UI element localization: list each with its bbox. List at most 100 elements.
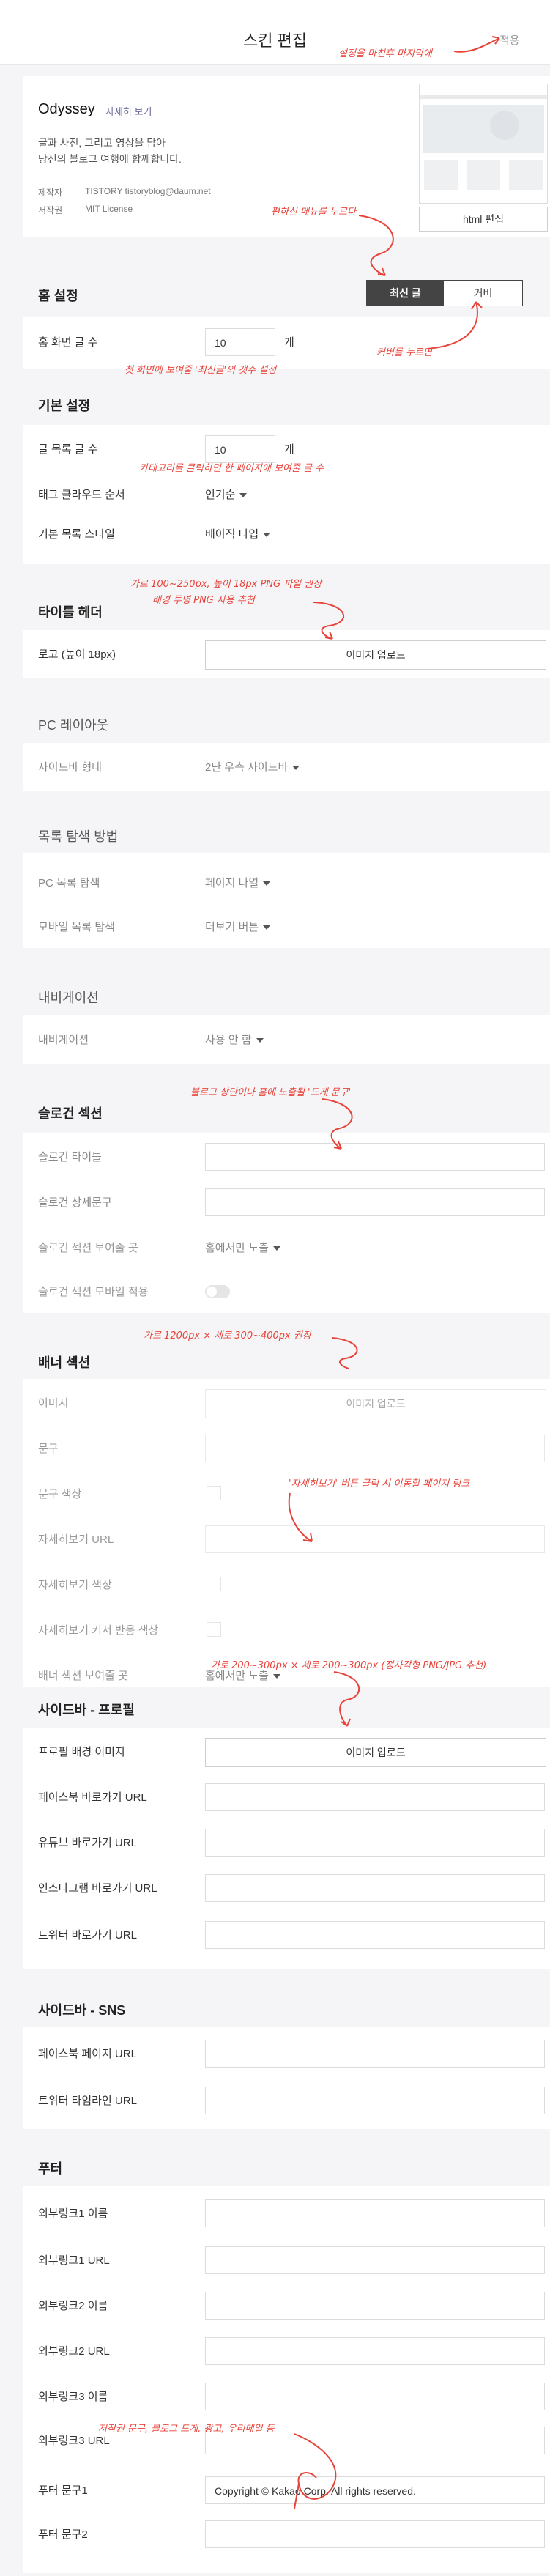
footer-text1-input[interactable]: Copyright © Kakao Corp. All rights reser… (205, 2476, 545, 2504)
navigation-select[interactable]: 사용 안 함 (205, 1032, 264, 1047)
annotation-logo-1: 가로 100~250px, 높이 18px PNG 파일 권장 (130, 579, 322, 590)
liststyle-select[interactable]: 베이직 타입 (205, 526, 271, 541)
html-edit-button[interactable]: html 편집 (419, 207, 548, 232)
annotation-arrow (288, 1492, 313, 1542)
section-header-banner: 배너 섹션 (38, 1355, 91, 1370)
slogan-mobile-toggle[interactable] (205, 1285, 230, 1298)
banner-text-color-swatch[interactable] (207, 1486, 221, 1500)
footer-link2-name-label: 외부링크2 이름 (38, 2300, 108, 2312)
skin-meta-author: 제작자 TISTORY tistoryblog@daum.net (38, 186, 211, 199)
pc-nav-label: PC 목록 탐색 (38, 877, 100, 889)
profile-card: 프로필 배경 이미지 이미지 업로드 페이스북 바로가기 URL 유튜브 바로가… (23, 1728, 550, 1969)
footer-link3-name-label: 외부링크3 이름 (38, 2391, 108, 2403)
pc-nav-select[interactable]: 페이지 나열 (205, 875, 271, 890)
youtube-url-input[interactable] (205, 1829, 545, 1857)
annotation-arrow (322, 1098, 353, 1150)
section-header-basic: 기본 설정 (38, 399, 91, 413)
footer-text1-label: 푸터 문구1 (38, 2484, 88, 2497)
annotation-arrow (358, 215, 394, 276)
slogan-title-input[interactable] (205, 1143, 545, 1171)
banner-upload-button[interactable]: 이미지 업로드 (205, 1389, 546, 1418)
chevron-down-icon (263, 925, 271, 930)
facebook-url-input[interactable] (205, 1783, 545, 1811)
footer-link1-name-label: 외부링크1 이름 (38, 2207, 108, 2220)
sns-twitter-label: 트위터 타임라인 URL (38, 2095, 137, 2107)
footer-link2-name-input[interactable] (205, 2292, 545, 2320)
banner-more-url-label: 자세히보기 URL (38, 1533, 114, 1546)
profile-upload-button[interactable]: 이미지 업로드 (205, 1738, 546, 1767)
footer-link1-name-input[interactable] (205, 2199, 545, 2227)
chevron-down-icon (272, 1246, 280, 1251)
tagcloud-label: 태그 클라우드 순서 (38, 489, 125, 501)
skin-description: 글과 사진, 그리고 영상을 담아 당신의 블로그 여행에 함께합니다. (38, 137, 182, 165)
banner-text-color-label: 문구 색상 (38, 1488, 82, 1500)
footer-text2-label: 푸터 문구2 (38, 2528, 88, 2541)
slogan-title-label: 슬로건 타이틀 (38, 1151, 102, 1163)
annotation-arrow (427, 301, 483, 349)
annotation-list-count: 카테고리를 클릭하면 한 페이지에 보여줄 글 수 (139, 463, 324, 474)
footer-link2-url-input[interactable] (205, 2337, 545, 2365)
chevron-down-icon (239, 493, 248, 498)
banner-cursor-color-swatch[interactable] (207, 1622, 221, 1637)
home-count-input[interactable]: 10 (205, 328, 275, 356)
twitter-url-label: 트위터 바로가기 URL (38, 1929, 137, 1942)
meta-value: MIT License (85, 204, 133, 214)
slogan-desc-input[interactable] (205, 1188, 545, 1216)
skin-detail-link[interactable]: 자세히 보기 (105, 104, 152, 118)
section-header-navigation: 내비게이션 (38, 991, 99, 1005)
chevron-down-icon (263, 533, 271, 538)
youtube-url-label: 유튜브 바로가기 URL (38, 1837, 137, 1849)
title-header-card: 로고 (높이 18px) 이미지 업로드 (23, 630, 550, 678)
meta-label: 제작자 (38, 188, 63, 198)
banner-more-url-input[interactable] (205, 1525, 545, 1553)
footer-link3-url-label: 외부링크3 URL (38, 2435, 110, 2447)
annotation-home-count: 첫 화면에 보여줄 '최신글'의 갯수 설정 (125, 365, 277, 376)
meta-value: TISTORY tistoryblog@daum.net (85, 186, 211, 196)
list-count-input[interactable]: 10 (205, 435, 275, 463)
slogan-show-select[interactable]: 홈에서만 노출 (205, 1240, 280, 1255)
sidebar-select[interactable]: 2단 우측 사이드바 (205, 759, 300, 774)
chevron-down-icon (263, 881, 271, 887)
list-count-unit: 개 (284, 443, 294, 456)
section-header-footer: 푸터 (38, 2161, 63, 2176)
section-header-slogan: 슬로건 섹션 (38, 1106, 103, 1121)
navigation-card: 내비게이션 사용 안 함 (23, 1015, 550, 1064)
sns-card: 페이스북 페이지 URL 트위터 타임라인 URL (23, 2027, 550, 2129)
annotation-arrow (453, 36, 500, 53)
annotation-cover-2: 커버를 누르면 (376, 347, 432, 358)
banner-more-color-swatch[interactable] (207, 1577, 221, 1591)
mobile-nav-label: 모바일 목록 탐색 (38, 921, 115, 933)
profile-bg-label: 프로필 배경 이미지 (38, 1746, 125, 1758)
pc-layout-card: 사이드바 형태 2단 우측 사이드바 (23, 743, 550, 791)
logo-upload-button[interactable]: 이미지 업로드 (205, 640, 546, 670)
slogan-desc-label: 슬로건 상세문구 (38, 1196, 112, 1209)
home-count-label: 홈 화면 글 수 (38, 336, 98, 349)
section-header-sns: 사이드바 - SNS (38, 2003, 126, 2018)
footer-link2-url-label: 외부링크2 URL (38, 2345, 110, 2358)
instagram-url-label: 인스타그램 바로가기 URL (38, 1882, 157, 1895)
annotation-footer: 저작권 문구, 블로그 드게, 광고, 우리메일 등 (98, 2424, 275, 2435)
footer-link1-url-label: 외부링크1 URL (38, 2254, 110, 2267)
footer-text2-input[interactable] (205, 2520, 545, 2548)
skin-name: Odyssey (38, 101, 95, 117)
sns-twitter-input[interactable] (205, 2087, 545, 2114)
chevron-down-icon (272, 1674, 280, 1679)
section-header-title: 타이틀 헤더 (38, 605, 103, 620)
twitter-url-input[interactable] (205, 1921, 545, 1949)
sidebar-label: 사이드바 형태 (38, 761, 102, 774)
skin-meta-license: 저작권 MIT License (38, 204, 133, 216)
facebook-url-label: 페이스북 바로가기 URL (38, 1791, 147, 1804)
mobile-nav-select[interactable]: 더보기 버튼 (205, 919, 271, 934)
annotation-banner: 가로 1200px × 세로 300~400px 권장 (144, 1330, 311, 1341)
banner-more-color-label: 자세히보기 색상 (38, 1579, 112, 1591)
tagcloud-select[interactable]: 인기순 (205, 486, 248, 502)
banner-text-input[interactable] (205, 1435, 545, 1462)
annotation-more-url: '자세히보기' 버튼 클릭 시 이동할 페이지 링크 (289, 1478, 470, 1489)
chevron-down-icon (292, 766, 300, 771)
sns-facebook-input[interactable] (205, 2040, 545, 2068)
footer-link3-name-input[interactable] (205, 2383, 545, 2410)
instagram-url-input[interactable] (205, 1874, 545, 1902)
navigation-label: 내비게이션 (38, 1034, 89, 1046)
sns-facebook-label: 페이스북 페이지 URL (38, 2048, 137, 2060)
footer-link1-url-input[interactable] (205, 2246, 545, 2274)
